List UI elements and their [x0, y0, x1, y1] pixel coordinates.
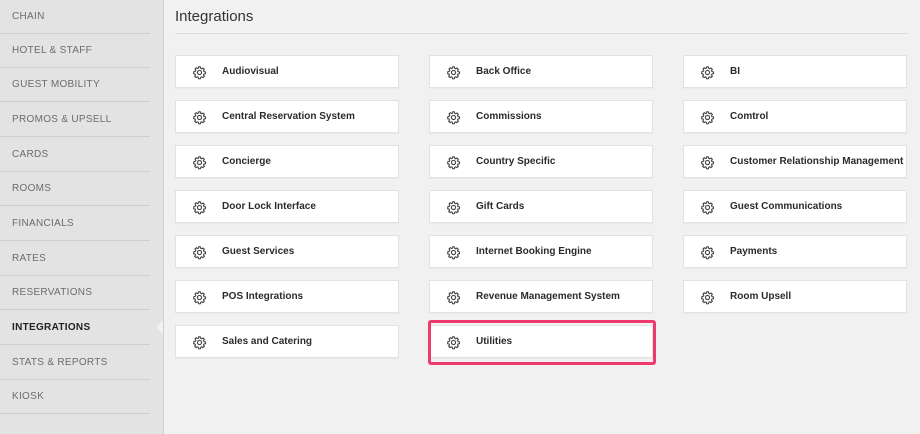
sidebar-item-guest-mobility[interactable]: GUEST MOBILITY: [0, 68, 150, 102]
integration-card-label: Sales and Catering: [222, 336, 313, 347]
sidebar: CHAIN HOTEL & STAFF GUEST MOBILITY PROMO…: [0, 0, 164, 434]
gear-icon: [446, 245, 461, 260]
sidebar-item-reservations[interactable]: RESERVATIONS: [0, 276, 150, 310]
integration-card-gift-cards[interactable]: Gift Cards: [429, 190, 653, 223]
gear-icon: [446, 335, 461, 350]
sidebar-item-kiosk[interactable]: KIOSK: [0, 380, 150, 414]
integration-card-label: Payments: [730, 246, 778, 257]
integration-card-guest-communications[interactable]: Guest Communications: [683, 190, 907, 223]
sidebar-item-rates[interactable]: RATES: [0, 242, 150, 276]
integration-card-room-upsell[interactable]: Room Upsell: [683, 280, 907, 313]
gear-icon: [446, 200, 461, 215]
page-title: Integrations: [175, 8, 254, 25]
integration-card-label: Guest Services: [222, 246, 295, 257]
sidebar-item-cards[interactable]: CARDS: [0, 138, 150, 172]
integration-card-label: Country Specific: [476, 156, 556, 167]
integration-card-commissions[interactable]: Commissions: [429, 100, 653, 133]
integration-card-utilities[interactable]: Utilities: [429, 325, 653, 358]
integration-card-label: Commissions: [476, 111, 542, 122]
integration-card-label: Revenue Management System: [476, 291, 620, 302]
gear-icon: [192, 245, 207, 260]
active-indicator: [156, 320, 163, 334]
gear-icon: [446, 290, 461, 305]
integration-card-concierge[interactable]: Concierge: [175, 145, 399, 178]
integration-card-label: BI: [730, 66, 740, 77]
integration-card-label: Internet Booking Engine: [476, 246, 592, 257]
sidebar-item-rooms[interactable]: ROOMS: [0, 172, 150, 206]
gear-icon: [700, 245, 715, 260]
sidebar-item-integrations[interactable]: INTEGRATIONS: [0, 311, 150, 345]
integration-card-central-reservation-system[interactable]: Central Reservation System: [175, 100, 399, 133]
integration-card-label: Room Upsell: [730, 291, 792, 302]
integration-card-back-office[interactable]: Back Office: [429, 55, 653, 88]
sidebar-item-hotel-staff[interactable]: HOTEL & STAFF: [0, 34, 150, 68]
integration-card-guest-services[interactable]: Guest Services: [175, 235, 399, 268]
integration-card-label: Audiovisual: [222, 66, 279, 77]
integration-card-comtrol[interactable]: Comtrol: [683, 100, 907, 133]
integration-card-label: Door Lock Interface: [222, 201, 316, 212]
integration-card-customer-relationship-management[interactable]: Customer Relationship Management: [683, 145, 907, 178]
integration-card-pos-integrations[interactable]: POS Integrations: [175, 280, 399, 313]
integration-card-country-specific[interactable]: Country Specific: [429, 145, 653, 178]
integration-card-door-lock-interface[interactable]: Door Lock Interface: [175, 190, 399, 223]
integration-card-label: Central Reservation System: [222, 111, 355, 122]
sidebar-item-financials[interactable]: FINANCIALS: [0, 207, 150, 241]
gear-icon: [192, 110, 207, 125]
integration-card-revenue-management-system[interactable]: Revenue Management System: [429, 280, 653, 313]
gear-icon: [446, 65, 461, 80]
integration-card-bi[interactable]: BI: [683, 55, 907, 88]
title-divider: [175, 33, 908, 34]
gear-icon: [192, 65, 207, 80]
gear-icon: [192, 335, 207, 350]
sidebar-item-stats-reports[interactable]: STATS & REPORTS: [0, 346, 150, 380]
gear-icon: [446, 155, 461, 170]
integration-card-label: Concierge: [222, 156, 271, 167]
gear-icon: [700, 290, 715, 305]
gear-icon: [192, 200, 207, 215]
integration-card-sales-and-catering[interactable]: Sales and Catering: [175, 325, 399, 358]
integration-card-label: Utilities: [476, 336, 513, 347]
sidebar-item-chain[interactable]: CHAIN: [0, 0, 150, 34]
gear-icon: [700, 155, 715, 170]
integration-card-label: Back Office: [476, 66, 532, 77]
gear-icon: [700, 200, 715, 215]
integration-card-label: Customer Relationship Management: [730, 156, 904, 167]
gear-icon: [700, 65, 715, 80]
gear-icon: [700, 110, 715, 125]
integration-card-label: Guest Communications: [730, 201, 843, 212]
integration-card-label: Gift Cards: [476, 201, 525, 212]
integration-card-internet-booking-engine[interactable]: Internet Booking Engine: [429, 235, 653, 268]
integration-card-label: POS Integrations: [222, 291, 304, 302]
gear-icon: [192, 155, 207, 170]
sidebar-item-promos-upsell[interactable]: PROMOS & UPSELL: [0, 103, 150, 137]
gear-icon: [446, 110, 461, 125]
integration-card-audiovisual[interactable]: Audiovisual: [175, 55, 399, 88]
integration-card-label: Comtrol: [730, 111, 769, 122]
integration-card-payments[interactable]: Payments: [683, 235, 907, 268]
gear-icon: [192, 290, 207, 305]
